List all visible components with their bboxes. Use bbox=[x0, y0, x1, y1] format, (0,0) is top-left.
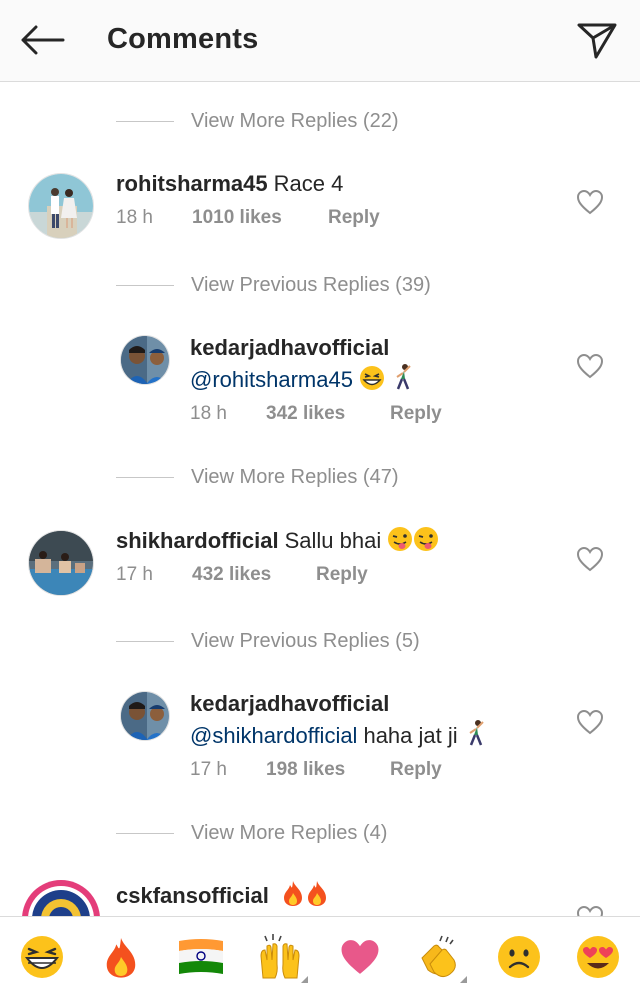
reply-time: 18 h bbox=[190, 403, 227, 424]
heart-icon[interactable] bbox=[576, 905, 604, 916]
clapping-hands-emoji bbox=[421, 935, 457, 978]
reply-meta: 18 h 342 likes Reply bbox=[190, 403, 442, 425]
heart-icon[interactable] bbox=[576, 546, 604, 572]
view-previous-replies-toggle[interactable]: View Previous Replies (39) bbox=[116, 270, 431, 300]
emoji-button-grinning[interactable] bbox=[12, 927, 72, 987]
comment-time: 17 h bbox=[116, 564, 153, 585]
toggle-label: View Previous Replies (39) bbox=[191, 273, 431, 296]
toggle-divider bbox=[116, 476, 174, 478]
variant-indicator bbox=[301, 976, 309, 983]
winking-tongue-emoji bbox=[388, 527, 413, 551]
comment-username[interactable]: cskfansofficial bbox=[116, 883, 269, 908]
avatar[interactable] bbox=[120, 691, 170, 741]
reply-text: @shikhardofficial haha jat ji bbox=[190, 719, 490, 751]
emoji-quick-bar bbox=[0, 916, 640, 997]
heart-eyes-emoji bbox=[577, 936, 620, 978]
direct-send-button[interactable] bbox=[572, 16, 622, 64]
comments-feed[interactable]: View More Replies (22) rohitsharma45 Race… bbox=[0, 83, 640, 916]
reply-username-line: kedarjadhavofficial bbox=[190, 689, 490, 719]
reply-username-line: kedarjadhavofficial bbox=[190, 333, 442, 363]
avatar[interactable] bbox=[28, 173, 94, 239]
dancing-man-emoji bbox=[469, 720, 484, 746]
emoji-button-raised-hands[interactable] bbox=[250, 927, 310, 987]
toggle-label: View More Replies (4) bbox=[191, 821, 388, 844]
reply-text: @rohitsharma45 bbox=[190, 363, 442, 395]
comment-time: 18 h bbox=[116, 207, 153, 228]
reply-likes[interactable]: 342 likes bbox=[266, 403, 390, 425]
view-previous-replies-toggle[interactable]: View Previous Replies (5) bbox=[116, 626, 420, 656]
reply-button[interactable]: Reply bbox=[390, 403, 442, 425]
toggle-divider bbox=[116, 284, 174, 286]
toggle-label: View More Replies (47) bbox=[191, 465, 399, 488]
reply-button[interactable]: Reply bbox=[390, 759, 442, 781]
toggle-label: View Previous Replies (5) bbox=[191, 629, 420, 652]
view-more-replies-toggle[interactable]: View More Replies (22) bbox=[116, 106, 399, 136]
reply-message: haha jat ji bbox=[363, 723, 458, 748]
comment-message: Sallu bhai bbox=[284, 528, 382, 553]
arrow-left-icon bbox=[21, 25, 65, 55]
heart-icon[interactable] bbox=[576, 353, 604, 379]
view-more-replies-toggle[interactable]: View More Replies (47) bbox=[116, 462, 399, 492]
toggle-divider bbox=[116, 640, 174, 642]
toggle-divider bbox=[116, 120, 174, 122]
comment-message: Race 4 bbox=[273, 171, 344, 196]
page-title: Comments bbox=[107, 23, 259, 55]
comment-meta: 17 h 432 likes Reply bbox=[116, 564, 439, 586]
emoji-button-heart-eyes[interactable] bbox=[568, 927, 628, 987]
comment-likes[interactable]: 432 likes bbox=[192, 564, 316, 586]
direct-send-icon bbox=[577, 23, 617, 59]
fire-emoji bbox=[107, 938, 136, 978]
avatar[interactable] bbox=[28, 530, 94, 596]
frowning-emoji bbox=[497, 936, 540, 978]
grinning-squint-emoji bbox=[359, 366, 384, 390]
avatar[interactable] bbox=[120, 335, 170, 385]
reply-button[interactable]: Reply bbox=[328, 207, 380, 229]
back-button[interactable] bbox=[16, 18, 68, 62]
emoji-button-fire[interactable] bbox=[91, 927, 151, 987]
mention-link[interactable]: @rohitsharma45 bbox=[190, 367, 353, 392]
fire-emoji bbox=[283, 881, 302, 906]
raised-hands-emoji bbox=[260, 934, 300, 979]
emoji-button-clapping[interactable] bbox=[409, 927, 469, 987]
emoji-button-frowning[interactable] bbox=[489, 927, 549, 987]
comment-username[interactable]: shikhardofficial bbox=[116, 528, 279, 553]
comment-likes[interactable]: 1010 likes bbox=[192, 207, 328, 229]
fire-emoji bbox=[307, 881, 326, 906]
heart-icon[interactable] bbox=[576, 189, 604, 215]
reply-meta: 17 h 198 likes Reply bbox=[190, 759, 490, 781]
app-header: Comments bbox=[0, 0, 640, 82]
reply-likes[interactable]: 198 likes bbox=[266, 759, 390, 781]
reply-button[interactable]: Reply bbox=[316, 564, 368, 586]
heart-icon[interactable] bbox=[576, 709, 604, 735]
avatar[interactable] bbox=[21, 879, 101, 916]
emoji-button-heart[interactable] bbox=[330, 927, 390, 987]
reply-time: 17 h bbox=[190, 759, 227, 780]
comment-meta: 18 h 1010 likes Reply bbox=[116, 207, 380, 229]
mention-link[interactable]: @shikhardofficial bbox=[190, 723, 357, 748]
comment-username[interactable]: rohitsharma45 bbox=[116, 171, 268, 196]
comment-text: shikhardofficial Sallu bhai bbox=[116, 526, 439, 556]
reply-username[interactable]: kedarjadhavofficial bbox=[190, 335, 389, 360]
dancing-man-emoji bbox=[396, 364, 411, 390]
comment-text: rohitsharma45 Race 4 bbox=[116, 169, 380, 199]
toggle-label: View More Replies (22) bbox=[191, 109, 399, 132]
emoji-button-india-flag[interactable] bbox=[171, 927, 231, 987]
comment-text: cskfansofficial bbox=[116, 879, 329, 911]
view-more-replies-toggle[interactable]: View More Replies (4) bbox=[116, 818, 387, 848]
toggle-divider bbox=[116, 832, 174, 834]
grinning-emoji bbox=[20, 936, 63, 978]
reply-username[interactable]: kedarjadhavofficial bbox=[190, 691, 389, 716]
variant-indicator bbox=[460, 976, 468, 983]
india-flag-emoji bbox=[178, 939, 223, 974]
heart-emoji bbox=[341, 940, 379, 974]
winking-tongue-emoji bbox=[414, 527, 439, 551]
